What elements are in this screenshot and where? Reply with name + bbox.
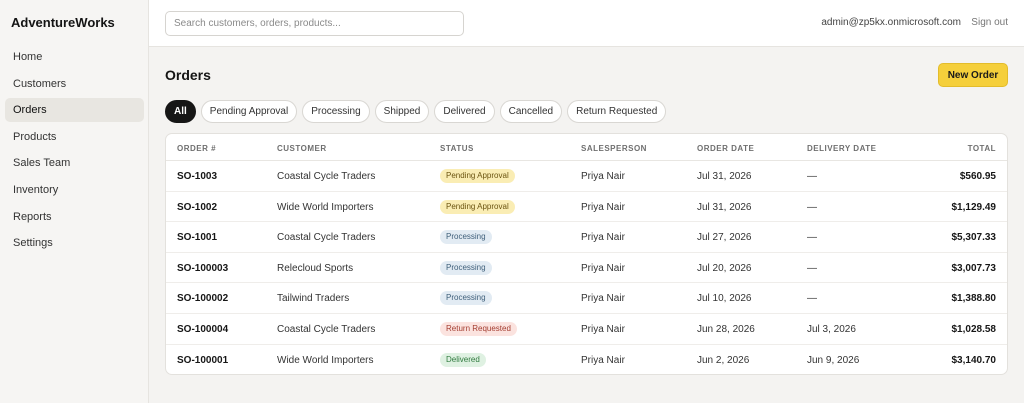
customer-name: Relecloud Sports bbox=[277, 262, 354, 274]
sidebar-item-customers[interactable]: Customers bbox=[5, 72, 144, 96]
search-input[interactable] bbox=[165, 11, 464, 36]
order-date: Jul 10, 2026 bbox=[697, 293, 752, 305]
order-total: $3,007.73 bbox=[951, 262, 997, 274]
column-header-total[interactable]: Total bbox=[968, 144, 996, 153]
sidebar-item-products[interactable]: Products bbox=[5, 125, 144, 149]
salesperson: Priya Nair bbox=[581, 323, 625, 335]
delivery-date: — bbox=[807, 171, 817, 182]
order-number[interactable]: SO-100001 bbox=[177, 355, 228, 366]
table-row[interactable]: SO-1001 Coastal Cycle Traders Processing… bbox=[166, 222, 1007, 253]
delivery-date: — bbox=[807, 232, 817, 244]
salesperson: Priya Nair bbox=[581, 232, 625, 244]
top-bar: admin@zp5kx.onmicrosoft.com Sign out bbox=[149, 0, 1024, 47]
order-date: Jul 31, 2026 bbox=[697, 171, 752, 182]
sidebar-item-home[interactable]: Home bbox=[5, 45, 144, 69]
table-row[interactable]: SO-1002 Wide World Importers Pending App… bbox=[166, 192, 1007, 223]
order-total: $1,028.58 bbox=[951, 323, 997, 335]
table-row[interactable]: SO-100004 Coastal Cycle Traders Return R… bbox=[166, 314, 1007, 345]
sidebar-item-orders[interactable]: Orders bbox=[5, 98, 144, 123]
delivery-date: — bbox=[807, 201, 817, 213]
status-badge: Processing bbox=[440, 260, 492, 275]
sidebar-item-settings[interactable]: Settings bbox=[5, 231, 144, 255]
customer-name: Wide World Importers bbox=[277, 354, 374, 366]
column-header-order-date[interactable]: Order Date bbox=[697, 144, 754, 153]
salesperson: Priya Nair bbox=[581, 262, 625, 274]
order-date: Jul 27, 2026 bbox=[697, 232, 752, 244]
customer-name: Coastal Cycle Traders bbox=[277, 232, 376, 244]
table-header: Order # Customer Status Salesperson Orde… bbox=[166, 134, 1007, 161]
order-number[interactable]: SO-100003 bbox=[177, 263, 228, 274]
order-number[interactable]: SO-1002 bbox=[177, 202, 217, 213]
order-date: Jul 31, 2026 bbox=[697, 201, 752, 213]
order-date: Jun 28, 2026 bbox=[697, 323, 755, 335]
salesperson: Priya Nair bbox=[581, 201, 625, 213]
table-row[interactable]: SO-1003 Coastal Cycle Traders Pending Ap… bbox=[166, 161, 1007, 192]
table-row[interactable]: SO-100002 Tailwind Traders Processing Pr… bbox=[166, 283, 1007, 314]
column-header-order-number[interactable]: Order # bbox=[177, 144, 216, 153]
filter-chip-cancelled[interactable]: Cancelled bbox=[499, 100, 563, 123]
sign-out-link[interactable]: Sign out bbox=[971, 17, 1008, 28]
status-badge: Processing bbox=[440, 291, 492, 306]
sidebar-item-inventory[interactable]: Inventory bbox=[5, 178, 144, 202]
table-row[interactable]: SO-100003 Relecloud Sports Processing Pr… bbox=[166, 253, 1007, 284]
order-date: Jun 2, 2026 bbox=[697, 354, 750, 366]
status-badge: Pending Approval bbox=[440, 169, 515, 183]
brand-logo-text[interactable]: AdventureWorks bbox=[11, 15, 115, 30]
new-order-button[interactable]: New Order bbox=[938, 63, 1008, 87]
order-total: $560.95 bbox=[959, 171, 996, 182]
status-badge: Processing bbox=[440, 230, 492, 245]
order-number[interactable]: SO-100002 bbox=[177, 293, 228, 304]
filter-chip-pending-approval[interactable]: Pending Approval bbox=[200, 100, 298, 123]
delivery-date: Jun 9, 2026 bbox=[807, 354, 860, 366]
column-header-status[interactable]: Status bbox=[440, 144, 474, 153]
status-badge: Delivered bbox=[440, 352, 486, 367]
order-total: $3,140.70 bbox=[951, 354, 997, 366]
sidebar: AdventureWorks Home Customers Orders Pro… bbox=[0, 0, 149, 403]
delivery-date: — bbox=[807, 293, 817, 305]
status-filter-bar: All Pending Approval Processing Shipped … bbox=[165, 100, 667, 123]
salesperson: Priya Nair bbox=[581, 293, 625, 305]
status-badge: Pending Approval bbox=[440, 199, 515, 214]
customer-name: Coastal Cycle Traders bbox=[277, 171, 376, 182]
orders-table: Order # Customer Status Salesperson Orde… bbox=[165, 133, 1008, 375]
order-number[interactable]: SO-100004 bbox=[177, 324, 228, 335]
filter-chip-shipped[interactable]: Shipped bbox=[374, 100, 430, 123]
filter-chip-all[interactable]: All bbox=[165, 100, 196, 123]
sidebar-item-sales-team[interactable]: Sales Team bbox=[5, 151, 144, 175]
filter-chip-return-requested[interactable]: Return Requested bbox=[567, 100, 667, 123]
user-email: admin@zp5kx.onmicrosoft.com bbox=[821, 17, 961, 28]
sidebar-nav: Home Customers Orders Products Sales Tea… bbox=[5, 45, 144, 258]
order-date: Jul 20, 2026 bbox=[697, 262, 752, 274]
table-row[interactable]: SO-100001 Wide World Importers Delivered… bbox=[166, 345, 1007, 374]
order-number[interactable]: SO-1001 bbox=[177, 232, 217, 243]
delivery-date: — bbox=[807, 262, 817, 274]
order-total: $1,388.80 bbox=[951, 293, 997, 305]
order-total: $1,129.49 bbox=[951, 201, 997, 213]
order-total: $5,307.33 bbox=[951, 232, 997, 244]
customer-name: Tailwind Traders bbox=[277, 293, 350, 305]
salesperson: Priya Nair bbox=[581, 171, 625, 182]
filter-chip-delivered[interactable]: Delivered bbox=[434, 100, 495, 123]
customer-name: Wide World Importers bbox=[277, 201, 374, 213]
column-header-salesperson[interactable]: Salesperson bbox=[581, 144, 647, 153]
salesperson: Priya Nair bbox=[581, 354, 625, 366]
order-number[interactable]: SO-1003 bbox=[177, 171, 217, 182]
status-badge: Return Requested bbox=[440, 321, 517, 336]
customer-name: Coastal Cycle Traders bbox=[277, 323, 376, 335]
filter-chip-processing[interactable]: Processing bbox=[302, 100, 370, 123]
sidebar-item-reports[interactable]: Reports bbox=[5, 205, 144, 229]
page-title: Orders bbox=[165, 67, 211, 83]
delivery-date: Jul 3, 2026 bbox=[807, 323, 856, 335]
column-header-delivery-date[interactable]: Delivery Date bbox=[807, 144, 876, 153]
column-header-customer[interactable]: Customer bbox=[277, 144, 327, 153]
